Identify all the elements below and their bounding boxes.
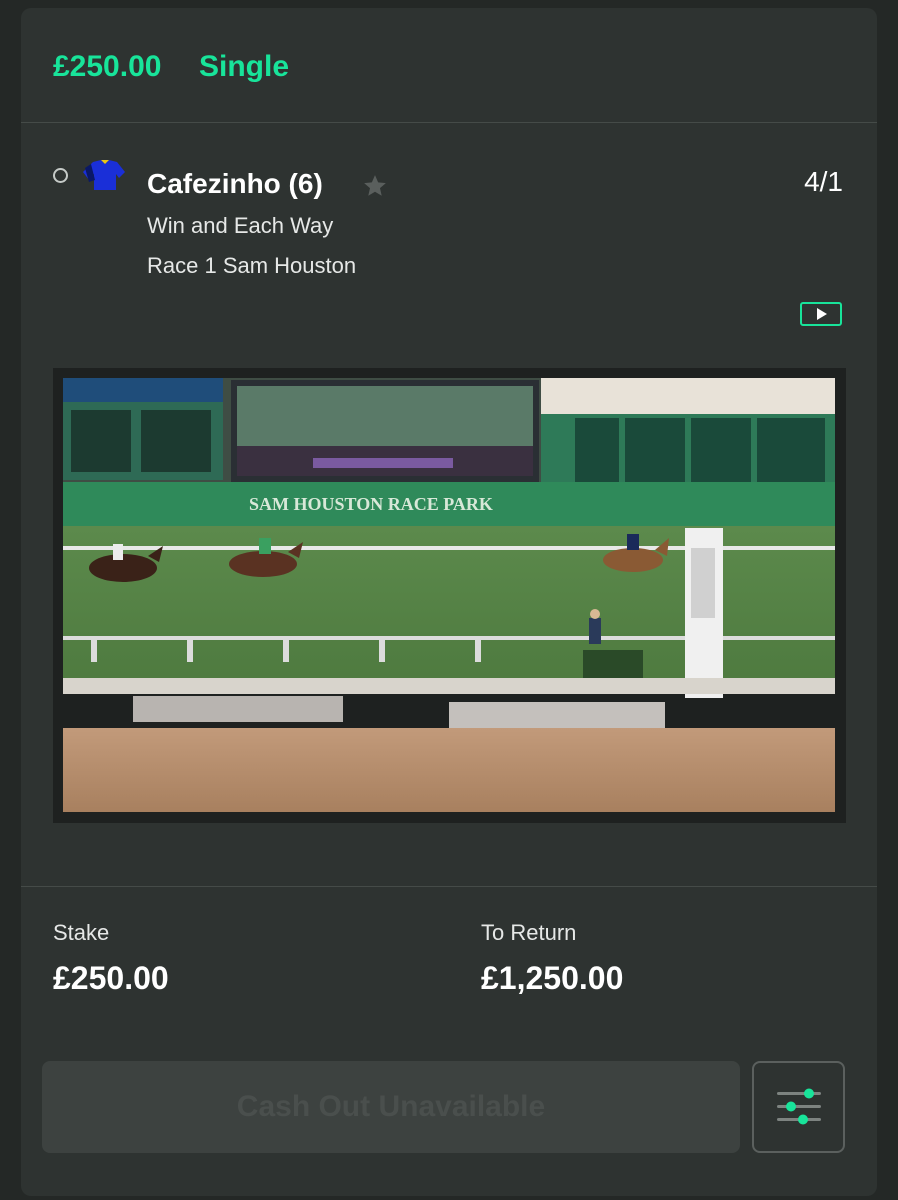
bet-header: £250.00 Single <box>21 8 877 123</box>
return-value: £1,250.00 <box>481 960 624 996</box>
jockey-silks-icon <box>83 160 125 190</box>
event-name: Race 1 Sam Houston <box>147 253 357 278</box>
play-icon <box>817 308 827 320</box>
bet-type: Single <box>199 50 290 83</box>
live-stream-button[interactable] <box>800 302 842 326</box>
bet-amount: £250.00 <box>53 50 162 83</box>
selection-name: Cafezinho (6) <box>147 168 323 199</box>
stake-value: £250.00 <box>53 960 169 996</box>
sliders-icon <box>776 1088 821 1125</box>
cash-out-settings-button[interactable] <box>752 1061 845 1153</box>
race-video-player[interactable]: SAM HOUSTON RACE PARK <box>53 368 846 823</box>
star-icon[interactable] <box>362 173 388 199</box>
divider <box>21 886 877 887</box>
cash-out-button[interactable]: Cash Out Unavailable <box>42 1061 740 1153</box>
track-signage: SAM HOUSTON RACE PARK <box>249 494 493 514</box>
return-label: To Return <box>481 920 577 945</box>
radio-circle-icon <box>53 168 68 183</box>
race-video-frame: SAM HOUSTON RACE PARK <box>63 378 835 812</box>
market-name: Win and Each Way <box>147 213 334 238</box>
selection-odds: 4/1 <box>804 166 843 197</box>
stake-label: Stake <box>53 920 110 945</box>
bet-card: £250.00 Single Cafezinho (6) 4/1 Win and… <box>21 8 877 1196</box>
